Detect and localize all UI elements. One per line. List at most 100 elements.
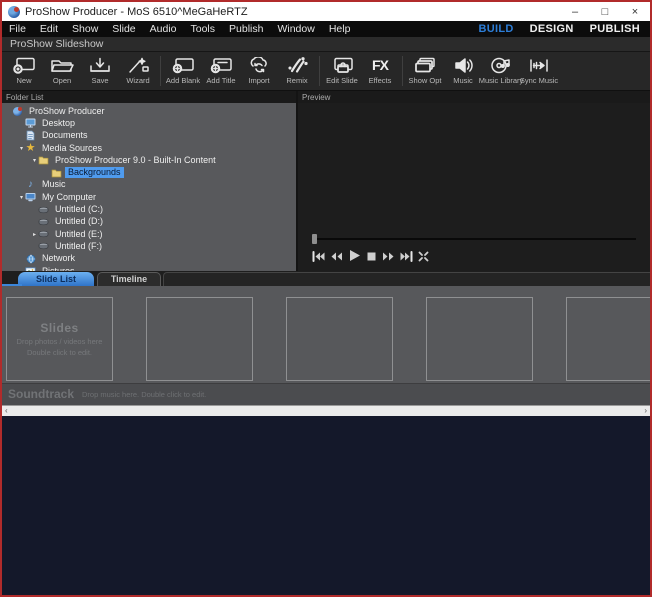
slide-placeholder[interactable] [286, 297, 393, 381]
window-bottom-edge [2, 416, 650, 596]
folder-tree: ProShow ProducerDesktopDocuments▾★Media … [2, 103, 296, 289]
speaker-icon [451, 55, 475, 75]
tree-item-label: Backgrounds [65, 167, 124, 178]
preview-viewport [298, 103, 650, 231]
tree-item-untitled-d[interactable]: Untitled (D:) [2, 216, 296, 228]
toolbar-open-button[interactable]: Open [43, 52, 81, 90]
skip-end-button[interactable] [400, 249, 413, 267]
slide-list-area[interactable]: SlidesDrop photos / videos hereDouble cl… [2, 286, 650, 383]
toolbar-button-label: Open [53, 76, 71, 85]
toolbar-button-label: Effects [369, 76, 392, 85]
slide-placeholder[interactable]: SlidesDrop photos / videos hereDouble cl… [6, 297, 113, 381]
seek-bar[interactable] [312, 231, 636, 245]
mode-build[interactable]: BUILD [479, 23, 514, 35]
tree-item-backgrounds[interactable]: Backgrounds [2, 166, 296, 178]
show-name: ProShow Slideshow [10, 38, 103, 50]
main-toolbar: New Open SaveWizardAdd BlankAdd Title Impor… [2, 52, 650, 91]
menu-help[interactable]: Help [322, 23, 358, 35]
rewind-button[interactable] [330, 249, 343, 267]
fullscreen-icon [418, 249, 429, 267]
skip-start-button[interactable] [312, 249, 325, 267]
tree-item-desktop[interactable]: Desktop [2, 117, 296, 129]
remix-icon [285, 55, 309, 75]
tree-item-label: Network [39, 253, 78, 264]
toolbar-save-button[interactable]: Save [81, 52, 119, 90]
mode-design[interactable]: DESIGN [530, 23, 574, 35]
toolbar-show-opt-button[interactable]: Show Opt [406, 52, 444, 90]
tree-item-proshow-producer-9-0-built-in-content[interactable]: ▾ProShow Producer 9.0 - Built-In Content [2, 154, 296, 166]
toolbar-add-blank-button[interactable]: Add Blank [164, 52, 202, 90]
toolbar-sync-music-button[interactable]: Sync Music [520, 52, 558, 90]
horizontal-scrollbar[interactable]: ‹ › [2, 405, 650, 416]
slide-placeholder[interactable] [146, 297, 253, 381]
menu-slide[interactable]: Slide [105, 23, 142, 35]
tree-item-network[interactable]: Network [2, 253, 296, 265]
tree-item-proshow-producer[interactable]: ProShow Producer [2, 105, 296, 117]
toolbar-effects-button[interactable]: FXEffects [361, 52, 399, 90]
app-icon [12, 106, 23, 116]
toolbar-import-button[interactable]: Import [240, 52, 278, 90]
tree-item-untitled-e[interactable]: ▸ Untitled (E:) [2, 228, 296, 240]
menu-audio[interactable]: Audio [143, 23, 184, 35]
tree-item-label: Media Sources [39, 143, 105, 154]
menu-publish[interactable]: Publish [222, 23, 270, 35]
toolbar-button-label: Music [453, 76, 473, 85]
scroll-left-icon[interactable]: ‹ [5, 406, 8, 415]
play-button[interactable] [348, 249, 361, 267]
slides-placeholder-hint-1: Drop photos / videos here [17, 337, 103, 346]
toolbar-add-title-button[interactable]: Add Title [202, 52, 240, 90]
fullscreen-button[interactable] [418, 249, 429, 267]
proshow-producer-window: ProShow Producer - MoS 6510^MeGaHeRTZ – … [0, 0, 652, 597]
seek-handle[interactable] [312, 234, 317, 244]
toolbar-edit-slide-button[interactable]: Edit Slide [323, 52, 361, 90]
add-title-slide-icon [209, 55, 233, 75]
tree-expander-icon[interactable]: ▾ [18, 145, 25, 152]
computer-icon [25, 192, 36, 202]
toolbar-remix-button[interactable]: Remix [278, 52, 316, 90]
slide-placeholder[interactable] [566, 297, 650, 381]
tree-expander-icon[interactable]: ▾ [31, 157, 38, 164]
menu-edit[interactable]: Edit [33, 23, 65, 35]
window-title: ProShow Producer - MoS 6510^MeGaHeRTZ [25, 6, 248, 18]
tree-item-music[interactable]: ♪Music [2, 179, 296, 191]
toolbar-wizard-button[interactable]: Wizard [119, 52, 157, 90]
fast-forward-button[interactable] [382, 249, 395, 267]
minimize-button[interactable]: – [560, 2, 590, 21]
tree-item-documents[interactable]: Documents [2, 130, 296, 142]
toolbar-music-button[interactable]: Music [444, 52, 482, 90]
seek-track[interactable] [312, 238, 636, 240]
scroll-right-icon[interactable]: › [644, 406, 647, 415]
tree-item-media-sources[interactable]: ▾★Media Sources [2, 142, 296, 154]
slides-placeholder-title: Slides [40, 321, 78, 335]
desktop-icon [25, 118, 36, 128]
tree-item-untitled-c[interactable]: Untitled (C:) [2, 203, 296, 215]
rewind-icon [330, 249, 343, 267]
music-note-icon: ♪ [25, 180, 36, 190]
menu-file[interactable]: File [2, 23, 33, 35]
tree-item-my-computer[interactable]: ▾My Computer [2, 191, 296, 203]
star-icon: ★ [25, 143, 36, 153]
menu-window[interactable]: Window [270, 23, 321, 35]
toolbar-button-label: Import [248, 76, 269, 85]
tree-item-label: Untitled (E:) [52, 229, 106, 240]
tree-item-untitled-f[interactable]: Untitled (F:) [2, 240, 296, 252]
tree-item-label: Untitled (C:) [52, 204, 106, 215]
folder-icon [51, 168, 62, 178]
toolbar-new-button[interactable]: New [5, 52, 43, 90]
stop-button[interactable] [366, 249, 377, 267]
tree-expander-icon[interactable]: ▸ [31, 231, 38, 238]
tab-slide-list[interactable]: Slide List [18, 272, 94, 286]
menu-show[interactable]: Show [65, 23, 105, 35]
maximize-button[interactable]: □ [590, 2, 620, 21]
menu-tools[interactable]: Tools [184, 23, 223, 35]
tree-expander-icon[interactable]: ▾ [18, 194, 25, 201]
mode-publish[interactable]: PUBLISH [590, 23, 640, 35]
toolbar-separator [319, 56, 320, 86]
close-button[interactable]: × [620, 2, 650, 21]
tab-timeline[interactable]: Timeline [97, 272, 161, 286]
soundtrack-bar[interactable]: Soundtrack Drop music here. Double click… [2, 383, 650, 405]
toolbar-music-library-button[interactable]: Music Library [482, 52, 520, 90]
toolbar-button-label: Show Opt [409, 76, 442, 85]
slide-placeholder[interactable] [426, 297, 533, 381]
active-tab-underline [2, 284, 22, 286]
